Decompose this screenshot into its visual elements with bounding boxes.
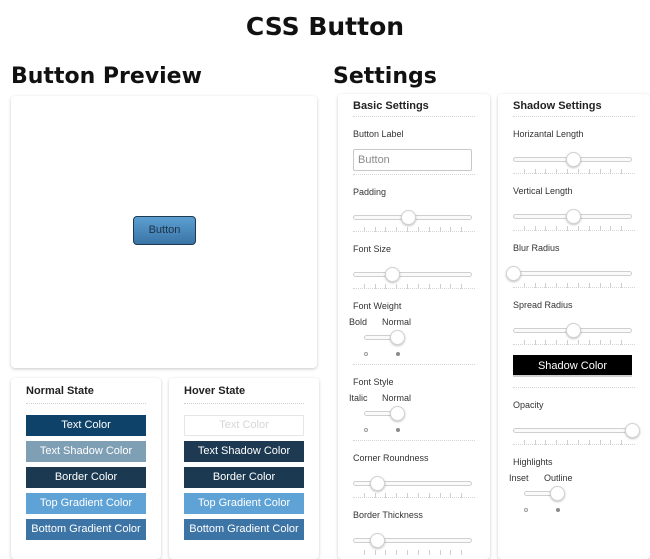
slider-tick — [429, 550, 430, 555]
font-weight-normal-dot — [396, 352, 400, 356]
normal-text-shadow-color-button[interactable]: Text Shadow Color — [26, 441, 146, 462]
basic-settings-title: Basic Settings — [353, 99, 475, 117]
normal-top-gradient-color-button[interactable]: Top Gradient Color — [26, 493, 146, 514]
hover-state-panel: Hover State Text Color Text Shadow Color B… — [169, 378, 319, 559]
padding-label: Padding — [353, 187, 387, 197]
preview-button[interactable]: Button — [133, 216, 196, 245]
padding-field: Padding — [353, 175, 475, 232]
font-weight-field: Font Weight Bold Normal — [349, 289, 475, 365]
shadow-color-field: Shadow Color — [513, 345, 635, 388]
slider-handle[interactable] — [401, 210, 416, 225]
slider-tick — [461, 550, 462, 555]
corner-roundness-slider[interactable] — [353, 476, 472, 498]
hover-bottom-gradient-color-button[interactable]: Bottom Gradient Color — [184, 519, 304, 540]
shadow-settings-panel: Shadow Settings Horizantal Length Vertic… — [498, 94, 650, 559]
slider-tick — [407, 550, 408, 555]
vertical-length-slider[interactable] — [513, 209, 632, 231]
font-style-toggle-handle[interactable] — [390, 406, 405, 421]
font-style-italic-label: Italic — [349, 393, 368, 403]
slider-tick — [364, 550, 365, 555]
page-title: CSS Button — [245, 12, 405, 41]
font-size-slider[interactable] — [353, 267, 472, 289]
vertical-length-label: Vertical Length — [513, 186, 573, 196]
hover-state-title: Hover State — [184, 385, 304, 404]
normal-border-color-button[interactable]: Border Color — [26, 467, 146, 488]
blur-radius-slider[interactable] — [506, 266, 632, 288]
slider-handle[interactable] — [566, 323, 581, 338]
slider-handle[interactable] — [370, 533, 385, 548]
horizontal-length-slider[interactable] — [513, 152, 632, 174]
font-weight-normal-label: Normal — [382, 317, 412, 327]
button-preview-panel: Button — [11, 96, 317, 368]
blur-radius-label: Blur Radius — [513, 243, 560, 253]
opacity-field: Opacity — [513, 388, 640, 445]
spread-radius-slider[interactable] — [513, 323, 632, 345]
highlights-field: Highlights Inset Outline — [509, 445, 635, 521]
padding-slider[interactable] — [353, 210, 472, 232]
basic-settings-panel: Basic Settings Button Label Padding Font… — [338, 94, 490, 559]
settings-heading: Settings — [333, 64, 437, 89]
hover-text-color-button[interactable]: Text Color — [184, 415, 304, 436]
slider-handle[interactable] — [566, 152, 581, 167]
normal-state-panel: Normal State Text Color Text Shadow Color… — [11, 378, 161, 559]
slider-handle[interactable] — [566, 209, 581, 224]
hover-text-shadow-color-button[interactable]: Text Shadow Color — [184, 441, 304, 462]
font-weight-bold-dot — [364, 352, 368, 356]
blur-radius-field: Blur Radius — [506, 231, 635, 288]
slider-tick — [375, 550, 376, 555]
slider-tick — [396, 550, 397, 555]
slider-handle[interactable] — [370, 476, 385, 491]
border-thickness-field: Border Thickness — [353, 498, 475, 555]
slider-tick — [418, 550, 419, 555]
font-size-label: Font Size — [353, 244, 392, 254]
button-label-field: Button Label — [353, 117, 475, 175]
highlights-inset-dot — [524, 508, 528, 512]
font-style-normal-label: Normal — [382, 393, 412, 403]
corner-roundness-field: Corner Roundness — [353, 441, 475, 498]
font-weight-bold-label: Bold — [349, 317, 368, 327]
font-weight-label: Font Weight — [353, 301, 402, 311]
highlights-toggle-handle[interactable] — [550, 486, 565, 501]
opacity-slider[interactable] — [513, 423, 640, 445]
slider-ticks — [353, 550, 472, 556]
opacity-label: Opacity — [513, 400, 544, 410]
horizontal-length-label: Horizantal Length — [513, 129, 584, 139]
font-size-field: Font Size — [353, 232, 475, 289]
highlights-outline-dot — [556, 508, 560, 512]
slider-handle[interactable] — [506, 266, 521, 281]
normal-bottom-gradient-color-button[interactable]: Bottom Gradient Color — [26, 519, 146, 540]
slider-track[interactable] — [513, 271, 632, 276]
slider-track[interactable] — [513, 428, 632, 433]
slider-track[interactable] — [353, 272, 472, 277]
normal-text-color-button[interactable]: Text Color — [26, 415, 146, 436]
font-style-italic-dot — [364, 428, 368, 432]
shadow-settings-title: Shadow Settings — [513, 99, 635, 117]
button-preview-heading: Button Preview — [11, 64, 202, 89]
slider-handle[interactable] — [625, 423, 640, 438]
slider-tick — [450, 550, 451, 555]
spread-radius-label: Spread Radius — [513, 300, 573, 310]
normal-state-title: Normal State — [26, 385, 146, 404]
button-label-label: Button Label — [353, 129, 404, 139]
shadow-color-button[interactable]: Shadow Color — [513, 355, 632, 377]
highlights-inset-label: Inset — [509, 473, 529, 483]
hover-top-gradient-color-button[interactable]: Top Gradient Color — [184, 493, 304, 514]
highlights-label: Highlights — [513, 457, 553, 467]
spread-radius-field: Spread Radius — [513, 288, 635, 345]
font-style-label: Font Style — [353, 377, 394, 387]
border-thickness-slider[interactable] — [353, 533, 472, 555]
font-style-normal-dot — [396, 428, 400, 432]
hover-border-color-button[interactable]: Border Color — [184, 467, 304, 488]
font-style-field: Font Style Italic Normal — [349, 365, 475, 441]
horizontal-length-field: Horizantal Length — [513, 117, 635, 174]
border-thickness-label: Border Thickness — [353, 510, 423, 520]
highlights-outline-label: Outline — [544, 473, 573, 483]
button-label-input[interactable] — [353, 149, 472, 171]
slider-handle[interactable] — [385, 267, 400, 282]
corner-roundness-label: Corner Roundness — [353, 453, 429, 463]
slider-tick — [440, 550, 441, 555]
slider-tick — [385, 550, 386, 555]
font-weight-toggle-handle[interactable] — [390, 330, 405, 345]
vertical-length-field: Vertical Length — [513, 174, 635, 231]
